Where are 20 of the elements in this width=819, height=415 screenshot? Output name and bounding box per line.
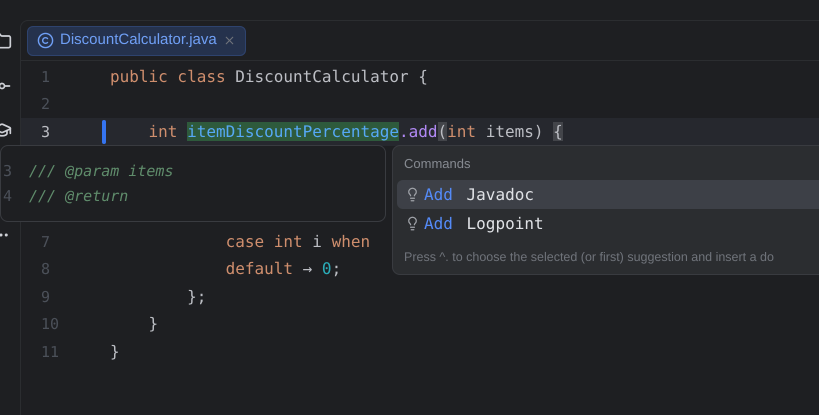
code-line: default → 0; xyxy=(224,258,342,280)
line-number: 3 xyxy=(40,122,52,142)
lightbulb-icon xyxy=(405,187,420,202)
code-line: case int i when xyxy=(224,230,370,253)
command-item[interactable]: Add Logpoint xyxy=(397,209,819,238)
code-line: }; xyxy=(186,286,206,308)
popup-hint: Press ^. to choose the selected (or first) suggestion and insert a do xyxy=(403,249,775,266)
doc-comment: /// @return xyxy=(29,186,128,206)
code-line: } xyxy=(109,340,120,363)
lightbulb-icon xyxy=(405,216,420,231)
code-line: int itemDiscountPercentage.add(int items) { xyxy=(148,120,563,143)
doc-comment: /// @param items xyxy=(29,161,174,182)
change-marker xyxy=(102,120,106,144)
close-icon[interactable] xyxy=(222,34,236,47)
code-line: } xyxy=(148,313,158,336)
command-item[interactable]: Add Javadoc xyxy=(397,180,819,209)
popup-title: Commands xyxy=(403,155,472,173)
file-tab[interactable]: DiscountCalculator.java xyxy=(27,26,246,56)
code-line: public class DiscountCalculator { xyxy=(109,66,428,88)
class-icon xyxy=(37,32,54,49)
